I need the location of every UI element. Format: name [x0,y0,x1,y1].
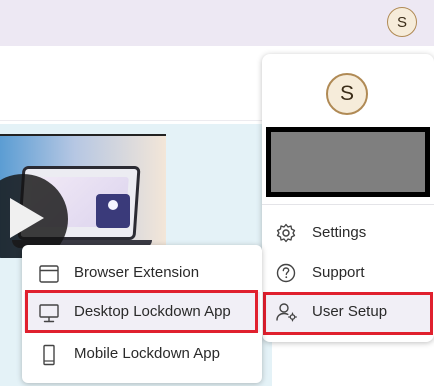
menu-divider [262,204,434,205]
mobile-lockdown-app-item[interactable]: Mobile Lockdown App [24,334,260,374]
user-setup-highlight [263,292,433,335]
settings-menu-item[interactable]: Settings [264,213,432,253]
redacted-user-info [266,127,430,197]
menu-avatar: S [326,73,368,115]
user-avatar-button[interactable]: S [387,7,417,37]
support-label: Support [312,264,365,281]
browser-extension-label: Browser Extension [74,264,200,281]
mobile-lockdown-app-label: Mobile Lockdown App [74,345,220,362]
browser-extension-item[interactable]: Browser Extension [24,253,260,293]
video-thumbnail[interactable] [0,134,166,258]
question-circle-icon [276,263,296,283]
desktop-app-highlight [25,290,258,333]
top-app-bar [0,0,434,46]
content-divider [0,120,272,121]
support-menu-item[interactable]: Support [264,253,432,293]
settings-label: Settings [312,224,367,241]
mobile-phone-icon [38,344,60,366]
play-icon [10,198,44,238]
lockdown-app-tile [96,194,130,228]
gear-icon [276,223,296,243]
browser-window-icon [38,263,60,285]
